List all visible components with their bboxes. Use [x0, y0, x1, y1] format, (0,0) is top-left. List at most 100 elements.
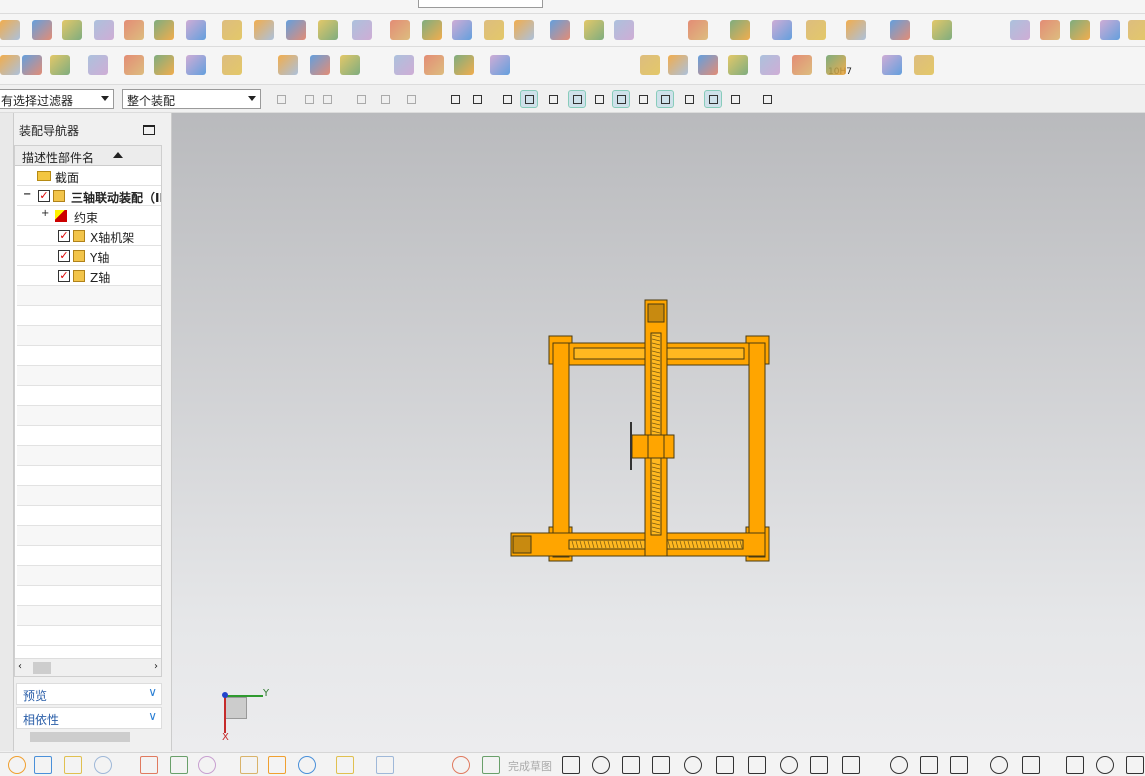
- toolbar-button[interactable]: [932, 20, 952, 40]
- tree-item-section[interactable]: 截面: [17, 166, 161, 186]
- toolbar-button[interactable]: [154, 55, 174, 75]
- toolbar-button[interactable]: [124, 20, 144, 40]
- toolbar-button[interactable]: [62, 20, 82, 40]
- toolbar-button[interactable]: [640, 55, 660, 75]
- toolbar-button[interactable]: [286, 20, 306, 40]
- sketch-tool-button[interactable]: [780, 756, 798, 774]
- toolbar-button[interactable]: [890, 20, 910, 40]
- sketch-tool-button[interactable]: [842, 756, 860, 774]
- sketch-tool-button[interactable]: [1126, 756, 1144, 774]
- sketch-tool-button[interactable]: [990, 756, 1008, 774]
- panel-dependencies[interactable]: 相依性 ∨: [16, 707, 162, 729]
- sketch-tool-button[interactable]: [890, 756, 908, 774]
- tree-item-x-frame[interactable]: ✓ X轴机架: [17, 226, 161, 246]
- selection-tool-button[interactable]: [590, 90, 608, 108]
- tree-item-y-axis[interactable]: ✓ Y轴: [17, 246, 161, 266]
- tree-item-z-axis[interactable]: ✓ Z轴: [17, 266, 161, 286]
- toolbar-button[interactable]: [728, 55, 748, 75]
- toolbar-button[interactable]: [0, 20, 20, 40]
- toolbar-button[interactable]: [484, 20, 504, 40]
- sketch-tool-button[interactable]: [94, 756, 112, 774]
- sketch-tool-button[interactable]: [1022, 756, 1040, 774]
- toolbar-button[interactable]: [94, 20, 114, 40]
- toolbar-button[interactable]: [614, 20, 634, 40]
- toolbar-button[interactable]: [1010, 20, 1030, 40]
- toolbar-button[interactable]: [1128, 20, 1145, 40]
- toolbar-button[interactable]: [1070, 20, 1090, 40]
- toolbar-button[interactable]: [32, 20, 52, 40]
- assembly-scope-dropdown[interactable]: 整个装配: [122, 89, 261, 109]
- toolbar-button[interactable]: [454, 55, 474, 75]
- toolbar-button[interactable]: [310, 55, 330, 75]
- checkbox-checked-icon[interactable]: ✓: [58, 230, 70, 242]
- checkbox-checked-icon[interactable]: ✓: [58, 270, 70, 282]
- sketch-tool-button[interactable]: [268, 756, 286, 774]
- selection-tool-button[interactable]: [498, 90, 516, 108]
- sketch-tool-button[interactable]: [562, 756, 580, 774]
- selection-filter-dropdown[interactable]: 有选择过滤器: [0, 89, 114, 109]
- sketch-tool-button[interactable]: [298, 756, 316, 774]
- toolbar-button[interactable]: [806, 20, 826, 40]
- toolbar-button[interactable]: [490, 55, 510, 75]
- toolbar-button[interactable]: [882, 55, 902, 75]
- collapse-icon[interactable]: −: [23, 189, 31, 200]
- toolbar-button[interactable]: [22, 55, 42, 75]
- sketch-tool-button[interactable]: [336, 756, 354, 774]
- toolbar-button[interactable]: [88, 55, 108, 75]
- selection-tool-button[interactable]: [272, 90, 290, 108]
- selection-tool-button[interactable]: [446, 90, 464, 108]
- sketch-tool-button[interactable]: [64, 756, 82, 774]
- sketch-tool-button[interactable]: [592, 756, 610, 774]
- toolbar-button[interactable]: [772, 20, 792, 40]
- sketch-tool-button[interactable]: [920, 756, 938, 774]
- toolbar-button[interactable]: [352, 20, 372, 40]
- toolbar-button[interactable]: [318, 20, 338, 40]
- toolbar-button[interactable]: [0, 55, 20, 75]
- toolbar-button[interactable]: [514, 20, 534, 40]
- sketch-tool-button[interactable]: [170, 756, 188, 774]
- selection-tool-button[interactable]: [634, 90, 652, 108]
- toolbar-button[interactable]: [422, 20, 442, 40]
- toolbar-button[interactable]: [668, 55, 688, 75]
- top-combo[interactable]: [418, 0, 543, 8]
- sketch-tool-button[interactable]: [376, 756, 394, 774]
- tree-item-constraints[interactable]: + 约束: [17, 206, 161, 226]
- toolbar-button[interactable]: [222, 55, 242, 75]
- toolbar-button[interactable]: [846, 20, 866, 40]
- toolbar-button[interactable]: [222, 20, 242, 40]
- toolbar-button[interactable]: [278, 55, 298, 75]
- sketch-tool-button[interactable]: [198, 756, 216, 774]
- selection-tool-button[interactable]: [612, 90, 630, 108]
- toolbar-button[interactable]: [688, 20, 708, 40]
- sketch-tool-button[interactable]: [652, 756, 670, 774]
- sketch-tool-button[interactable]: [1066, 756, 1084, 774]
- toolbar-button[interactable]: [254, 20, 274, 40]
- expand-icon[interactable]: +: [41, 208, 49, 219]
- selection-tool-button[interactable]: [544, 90, 562, 108]
- selection-tool-button[interactable]: [758, 90, 776, 108]
- toolbar-button[interactable]: [124, 55, 144, 75]
- toolbar-button[interactable]: [698, 55, 718, 75]
- toolbar-button[interactable]: [390, 20, 410, 40]
- toolbar-button[interactable]: [730, 20, 750, 40]
- toolbar-button[interactable]: [760, 55, 780, 75]
- selection-tool-button[interactable]: [726, 90, 744, 108]
- toolbar-button[interactable]: [154, 20, 174, 40]
- toolbar-button[interactable]: [792, 55, 812, 75]
- sketch-tool-button[interactable]: [622, 756, 640, 774]
- selection-tool-button[interactable]: [318, 90, 336, 108]
- toolbar-button[interactable]: [1100, 20, 1120, 40]
- resource-bar[interactable]: [0, 113, 14, 751]
- selection-tool-button[interactable]: [402, 90, 420, 108]
- selection-tool-button[interactable]: [704, 90, 722, 108]
- checkbox-checked-icon[interactable]: ✓: [38, 190, 50, 202]
- toolbar-button[interactable]: [452, 20, 472, 40]
- toolbar-button[interactable]: [550, 20, 570, 40]
- sketch-tool-button[interactable]: [140, 756, 158, 774]
- selection-tool-button[interactable]: [352, 90, 370, 108]
- toolbar-button[interactable]: [340, 55, 360, 75]
- toolbar-button[interactable]: [826, 55, 846, 75]
- sketch-tool-button[interactable]: [482, 756, 500, 774]
- three-axis-assembly-model[interactable]: [172, 113, 1145, 752]
- selection-tool-button[interactable]: [300, 90, 318, 108]
